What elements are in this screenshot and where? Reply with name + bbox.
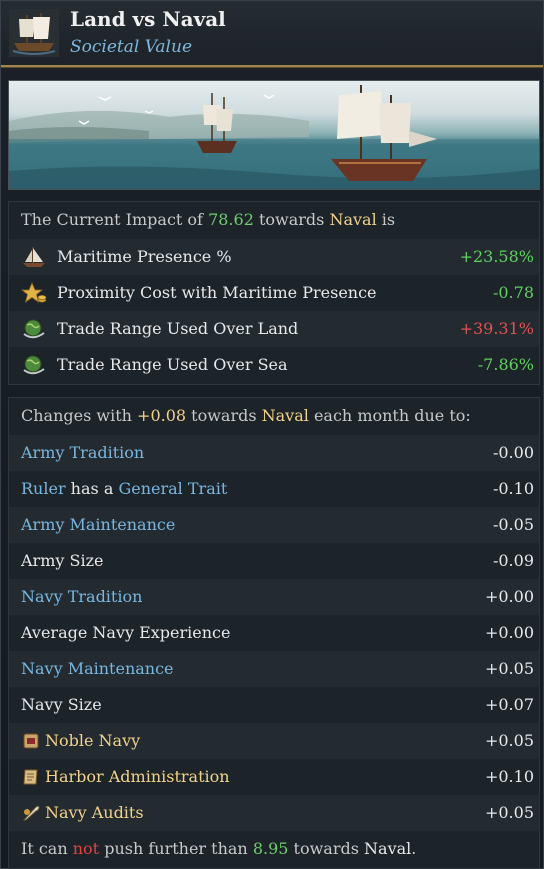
change-label-link[interactable]: Harbor Administration	[45, 759, 230, 795]
change-value: +0.05	[484, 659, 534, 678]
quill-icon	[22, 805, 40, 821]
monthly-changes-section: Changes with +0.08 towards Naval each mo…	[8, 397, 540, 869]
changes-value: +0.08	[137, 406, 187, 425]
globe-icon	[23, 355, 45, 375]
change-row: Army Tradition -0.00	[9, 435, 539, 471]
changes-middle: towards	[186, 406, 262, 425]
changes-suffix: each month due to:	[308, 406, 471, 425]
impact-middle: towards	[253, 210, 330, 229]
impact-target: Naval	[329, 210, 377, 229]
impact-label: Maritime Presence %	[57, 247, 232, 266]
star-coins-icon	[21, 281, 47, 303]
change-value: +0.05	[484, 731, 534, 750]
tooltip-title: Land vs Naval	[70, 7, 226, 31]
impact-row: Proximity Cost with Maritime Presence -0…	[9, 275, 539, 311]
change-value: +0.05	[484, 803, 534, 822]
impact-row: Maritime Presence % +23.58%	[9, 239, 539, 275]
ruler-link[interactable]: Ruler	[21, 479, 66, 498]
impact-value: -7.86%	[477, 355, 534, 374]
impact-row: Trade Range Used Over Land +39.31%	[9, 311, 539, 347]
impact-row: Trade Range Used Over Sea -7.86%	[9, 347, 539, 383]
change-label-link[interactable]: Army Tradition	[21, 435, 144, 471]
ships-illustration	[9, 85, 539, 189]
footer-text: It can	[21, 839, 73, 858]
change-value: +0.07	[484, 695, 534, 714]
change-label: Army Size	[21, 551, 104, 570]
change-row: Navy Maintenance +0.05	[9, 651, 539, 687]
change-label: has a	[65, 479, 119, 498]
footer-text: .	[411, 839, 417, 858]
change-value: -0.00	[492, 443, 534, 462]
tooltip-panel: Land vs Naval Societal Value The Current…	[0, 0, 544, 869]
change-label-link[interactable]: Navy Maintenance	[21, 651, 174, 687]
scroll-icon	[23, 733, 39, 749]
current-impact-section: The Current Impact of 78.62 towards Nava…	[8, 201, 540, 385]
change-row: Navy Audits +0.05	[9, 795, 539, 831]
change-row: Army Size -0.09	[9, 543, 539, 579]
change-value: -0.05	[492, 515, 534, 534]
changes-summary: Changes with +0.08 towards Naval each mo…	[9, 398, 539, 434]
tooltip-header: Land vs Naval Societal Value	[1, 1, 543, 67]
change-value: -0.10	[492, 479, 534, 498]
ship-icon	[9, 9, 59, 57]
footer-target: Naval	[364, 839, 412, 858]
footer-not: not	[72, 839, 100, 858]
parchment-icon	[23, 769, 38, 785]
changes-prefix: Changes with	[21, 406, 138, 425]
impact-value: -0.78	[492, 283, 534, 302]
change-label: Average Navy Experience	[21, 623, 231, 642]
impact-value: +39.31%	[459, 319, 534, 338]
impact-label: Trade Range Used Over Land	[57, 319, 299, 338]
change-value: +0.00	[484, 587, 534, 606]
change-label: Navy Size	[21, 695, 102, 714]
change-row: Ruler has a General Trait -0.10	[9, 471, 539, 507]
change-row: Navy Size +0.07	[9, 687, 539, 723]
globe-icon	[23, 319, 45, 339]
footer-note: It can not push further than 8.95 toward…	[9, 831, 539, 867]
change-row: Navy Tradition +0.00	[9, 579, 539, 615]
footer-text: push further than	[99, 839, 253, 858]
sailboat-icon	[23, 247, 45, 267]
change-row: Army Maintenance -0.05	[9, 507, 539, 543]
change-label-link[interactable]: Army Maintenance	[21, 507, 175, 543]
impact-suffix: is	[376, 210, 396, 229]
change-label-link[interactable]: Navy Tradition	[21, 579, 142, 615]
impact-label: Trade Range Used Over Sea	[57, 355, 288, 374]
impact-label: Proximity Cost with Maritime Presence	[57, 283, 377, 302]
footer-text: towards	[288, 839, 365, 858]
change-row: Harbor Administration +0.10	[9, 759, 539, 795]
impact-summary: The Current Impact of 78.62 towards Nava…	[9, 202, 539, 238]
change-label-link[interactable]: Noble Navy	[45, 723, 140, 759]
change-row: Noble Navy +0.05	[9, 723, 539, 759]
impact-value: +23.58%	[459, 247, 534, 266]
change-value: -0.09	[492, 551, 534, 570]
ships-banner-image	[8, 80, 540, 190]
tooltip-subtitle: Societal Value	[70, 37, 193, 57]
change-value: +0.00	[484, 623, 534, 642]
footer-limit-value: 8.95	[252, 839, 289, 858]
impact-prefix: The Current Impact of	[21, 210, 209, 229]
general-trait-link[interactable]: General Trait	[118, 479, 227, 498]
changes-target: Naval	[261, 406, 309, 425]
change-value: +0.10	[484, 767, 534, 786]
change-label-link[interactable]: Navy Audits	[45, 795, 144, 831]
change-row: Average Navy Experience +0.00	[9, 615, 539, 651]
impact-value: 78.62	[208, 210, 254, 229]
